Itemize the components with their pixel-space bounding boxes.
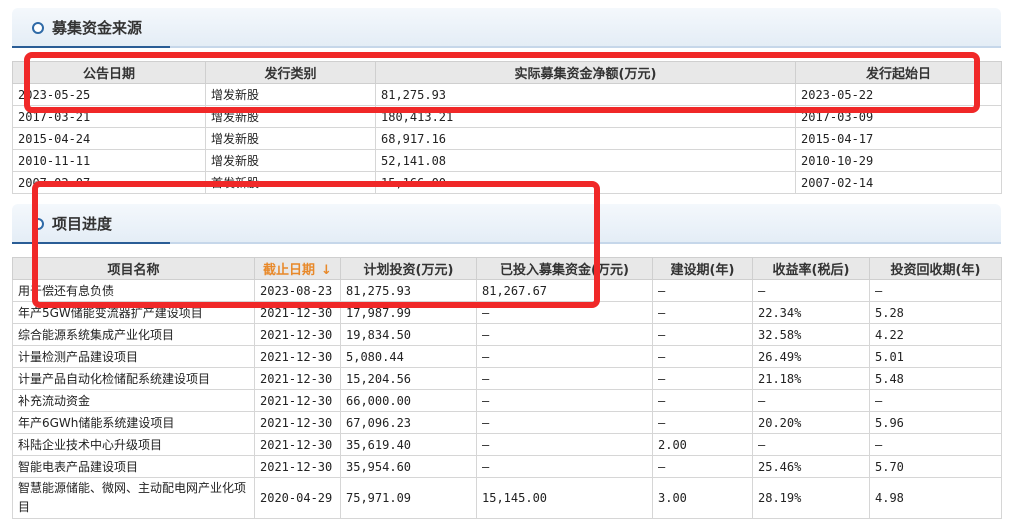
table-cell: 2020-04-29 — [254, 477, 341, 519]
table-cell: 计量产品自动化检储配系统建设项目 — [12, 367, 255, 390]
table-cell: 3.00 — [652, 477, 753, 519]
col-payback-period[interactable]: 投资回收期(年) — [869, 257, 1002, 280]
table-cell: 2010-11-11 — [12, 149, 206, 172]
table-cell: 15,145.00 — [476, 477, 653, 519]
table-cell: 2.00 — [652, 433, 753, 456]
table-cell: 5.48 — [869, 367, 1002, 390]
table-cell: 年产6GWh储能系统建设项目 — [12, 411, 255, 434]
funding-section-header: 募集资金来源 — [12, 8, 1001, 48]
circle-bullet-icon — [32, 22, 44, 34]
table-cell: — — [652, 301, 753, 324]
funding-row: 2015-04-24 增发新股 68,917.16 2015-04-17 — [12, 127, 1002, 150]
project-row: 智慧能源储能、微网、主动配电网产业化项目 2020-04-29 75,971.09 1… — [12, 477, 1002, 519]
table-cell: 5,080.44 — [340, 345, 477, 368]
table-cell: 35,954.60 — [340, 455, 477, 478]
table-cell: 19,834.50 — [340, 323, 477, 346]
table-cell: 75,971.09 — [340, 477, 477, 519]
project-row: 计量产品自动化检储配系统建设项目 2021-12-30 15,204.56— —21.… — [12, 367, 1002, 390]
table-cell: 2021-12-30 — [254, 367, 341, 390]
table-cell: 科陆企业技术中心升级项目 — [12, 433, 255, 456]
col-construction-period[interactable]: 建设期(年) — [652, 257, 753, 280]
table-cell: 2010-10-29 — [795, 149, 1002, 172]
table-cell: 2021-12-30 — [254, 389, 341, 412]
highlight-box-funding-row — [24, 52, 980, 113]
table-cell: 2021-12-30 — [254, 455, 341, 478]
project-row: 年产6GWh储能系统建设项目 2021-12-30 67,096.23— —20.20… — [12, 411, 1002, 434]
table-cell: — — [476, 323, 653, 346]
table-cell: 2021-12-30 — [254, 411, 341, 434]
project-row: 计量检测产品建设项目 2021-12-30 5,080.44— —26.49% 5.01 — [12, 345, 1002, 368]
table-cell: 增发新股 — [205, 149, 376, 172]
table-cell: — — [869, 389, 1002, 412]
table-cell: 综合能源系统集成产业化项目 — [12, 323, 255, 346]
table-cell: 21.18% — [752, 367, 870, 390]
project-row: 综合能源系统集成产业化项目 2021-12-30 19,834.50— —32.58%… — [12, 323, 1002, 346]
table-cell: — — [476, 367, 653, 390]
table-cell: 智慧能源储能、微网、主动配电网产业化项目 — [12, 477, 255, 519]
table-cell: 22.34% — [752, 301, 870, 324]
table-cell: 5.70 — [869, 455, 1002, 478]
col-yield-after-tax[interactable]: 收益率(税后) — [752, 257, 870, 280]
table-cell: 20.20% — [752, 411, 870, 434]
funding-section-title: 募集资金来源 — [52, 19, 143, 37]
table-cell: — — [652, 323, 753, 346]
table-cell: 5.28 — [869, 301, 1002, 324]
table-cell: 67,096.23 — [340, 411, 477, 434]
table-cell: — — [869, 279, 1002, 302]
table-cell: — — [752, 389, 870, 412]
table-cell: — — [652, 367, 753, 390]
table-cell: 计量检测产品建设项目 — [12, 345, 255, 368]
table-cell: 15,204.56 — [340, 367, 477, 390]
highlight-box-project-row — [32, 181, 600, 308]
table-cell: — — [476, 433, 653, 456]
project-row: 智能电表产品建设项目 2021-12-30 35,954.60— —25.46% 5.7… — [12, 455, 1002, 478]
table-cell: — — [476, 455, 653, 478]
funding-row: 2010-11-11 增发新股 52,141.08 2010-10-29 — [12, 149, 1002, 172]
table-cell: 32.58% — [752, 323, 870, 346]
project-row: 补充流动资金 2021-12-30 66,000.00— — — — — [12, 389, 1002, 412]
table-cell: 补充流动资金 — [12, 389, 255, 412]
table-cell: 25.46% — [752, 455, 870, 478]
table-cell: 4.98 — [869, 477, 1002, 519]
table-cell: 52,141.08 — [375, 149, 796, 172]
project-row: 科陆企业技术中心升级项目 2021-12-30 35,619.40—2.00— — — [12, 433, 1002, 456]
table-cell: 35,619.40 — [340, 433, 477, 456]
table-cell: 26.49% — [752, 345, 870, 368]
table-cell: — — [652, 455, 753, 478]
table-cell: 增发新股 — [205, 127, 376, 150]
table-cell: — — [652, 411, 753, 434]
table-cell: — — [752, 279, 870, 302]
table-cell: — — [476, 411, 653, 434]
table-cell: 28.19% — [752, 477, 870, 519]
table-cell: 5.01 — [869, 345, 1002, 368]
table-cell: — — [652, 345, 753, 368]
table-cell: 5.96 — [869, 411, 1002, 434]
table-cell: — — [652, 389, 753, 412]
table-cell: — — [752, 433, 870, 456]
table-cell: 68,917.16 — [375, 127, 796, 150]
table-cell: 2021-12-30 — [254, 323, 341, 346]
table-cell: 智能电表产品建设项目 — [12, 455, 255, 478]
section-title-underline — [12, 46, 170, 48]
table-cell: 2021-12-30 — [254, 345, 341, 368]
table-cell: 66,000.00 — [340, 389, 477, 412]
table-cell: 2015-04-17 — [795, 127, 1002, 150]
table-cell: — — [476, 389, 653, 412]
table-cell: 2015-04-24 — [12, 127, 206, 150]
table-cell: — — [869, 433, 1002, 456]
table-cell: — — [652, 279, 753, 302]
table-cell: 4.22 — [869, 323, 1002, 346]
table-cell: 2021-12-30 — [254, 433, 341, 456]
table-cell: — — [476, 345, 653, 368]
table-cell: 2007-02-14 — [795, 171, 1002, 194]
